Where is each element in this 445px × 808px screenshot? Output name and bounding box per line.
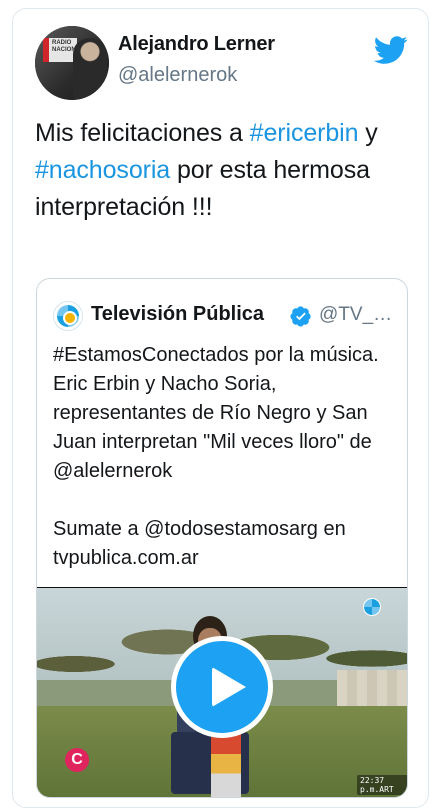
quoted-text: #EstamosConectados por la música. Eric E… [53, 341, 401, 573]
play-button[interactable] [171, 636, 273, 738]
tweet-card[interactable]: RADIO NACIONAL Alejandro Lerner @alelern… [12, 8, 429, 808]
hashtag-ericerbin[interactable]: #ericerbin [250, 119, 359, 147]
quoted-avatar[interactable] [53, 301, 83, 331]
author-name[interactable]: Alejandro Lerner [118, 33, 275, 56]
verified-badge-icon [290, 306, 311, 327]
quoted-author-name[interactable]: Televisión Pública [91, 303, 264, 326]
author-handle[interactable]: @alelernerok [118, 64, 237, 87]
tweet-text-part: y [358, 119, 378, 147]
tweet-text-part: Mis felicitaciones a [35, 119, 250, 147]
quoted-text-paragraph: Sumate a @todosestamosarg en tvpublica.c… [53, 518, 346, 569]
quoted-tweet[interactable]: Televisión Pública @TV_… #EstamosConecta… [36, 278, 408, 798]
hashtag-nachosoria[interactable]: #nachosoria [35, 156, 170, 184]
author-avatar[interactable]: RADIO NACIONAL [35, 26, 109, 100]
video-thumbnail[interactable]: C 22:37 p.m.ART [37, 587, 407, 797]
play-icon [212, 667, 246, 707]
avatar-person [73, 38, 107, 100]
c-logo-icon: C [65, 748, 89, 772]
radio-logo: RADIO NACIONAL [43, 38, 84, 62]
quoted-author-handle[interactable]: @TV_… [319, 304, 392, 326]
twitter-bird-icon[interactable] [371, 33, 411, 67]
cajon-drum [211, 734, 241, 797]
channel-logo-icon [363, 598, 381, 616]
tweet-text: Mis felicitaciones a #ericerbin y #nacho… [35, 115, 415, 226]
video-timestamp: 22:37 p.m.ART [357, 775, 407, 795]
quoted-text-paragraph: #EstamosConectados por la música. Eric E… [53, 344, 379, 482]
